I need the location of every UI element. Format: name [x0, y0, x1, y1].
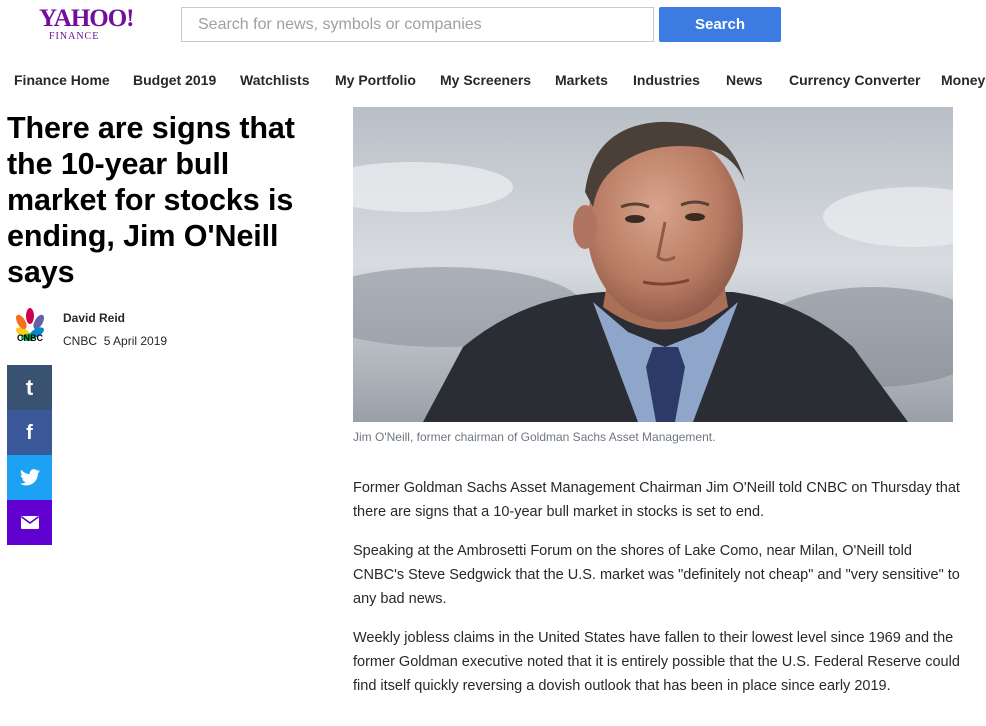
logo-subtitle: FINANCE — [49, 31, 100, 42]
nav-item-finance-home[interactable]: Finance Home — [14, 72, 110, 88]
article-body: Former Goldman Sachs Asset Management Ch… — [353, 476, 963, 713]
nav-item-my-portfolio[interactable]: My Portfolio — [335, 72, 416, 88]
cnbc-logo: CNBC — [8, 307, 52, 343]
facebook-icon: f — [26, 421, 33, 444]
main-nav: Finance Home Budget 2019 Watchlists My P… — [0, 62, 986, 98]
provider-name[interactable]: CNBC — [63, 334, 97, 348]
nav-item-my-screeners[interactable]: My Screeners — [440, 72, 531, 88]
nav-item-news[interactable]: News — [726, 72, 763, 88]
provider-date: CNBC 5 April 2019 — [63, 334, 167, 348]
twitter-icon — [19, 469, 40, 486]
logo-wordmark: YAHOO! — [39, 5, 134, 32]
nav-item-watchlists[interactable]: Watchlists — [240, 72, 310, 88]
photo-caption: Jim O'Neill, former chairman of Goldman … — [353, 430, 716, 444]
nav-item-budget-2019[interactable]: Budget 2019 — [133, 72, 216, 88]
search-input[interactable] — [181, 7, 654, 42]
tumblr-icon: t — [25, 374, 34, 400]
mail-icon — [20, 516, 39, 529]
nav-item-markets[interactable]: Markets — [555, 72, 608, 88]
share-twitter-button[interactable] — [7, 455, 52, 500]
article-title: There are signs that the 10-year bull ma… — [7, 111, 295, 289]
article-paragraph: Former Goldman Sachs Asset Management Ch… — [353, 480, 960, 520]
cnbc-logo-text: CNBC — [17, 333, 43, 343]
share-mail-button[interactable] — [7, 500, 52, 545]
article-paragraph: Speaking at the Ambrosetti Forum on the … — [353, 543, 960, 607]
cnbc-peacock-icon: CNBC — [16, 308, 44, 343]
nav-item-currency-converter[interactable]: Currency Converter — [789, 72, 921, 88]
share-facebook-button[interactable]: f — [7, 410, 52, 455]
nav-item-money[interactable]: Money — [941, 72, 985, 88]
share-tumblr-button[interactable]: t — [7, 365, 52, 410]
search-button[interactable]: Search — [659, 7, 781, 42]
article-photo — [353, 107, 953, 422]
article-paragraph: Weekly jobless claims in the United Stat… — [353, 630, 960, 694]
yahoo-finance-logo[interactable]: YAHOO! FINANCE — [39, 6, 135, 42]
publish-date: 5 April 2019 — [103, 334, 168, 348]
jim-oneill-portrait — [353, 107, 953, 422]
author-name[interactable]: David Reid — [63, 311, 125, 325]
nav-item-industries[interactable]: Industries — [633, 72, 700, 88]
